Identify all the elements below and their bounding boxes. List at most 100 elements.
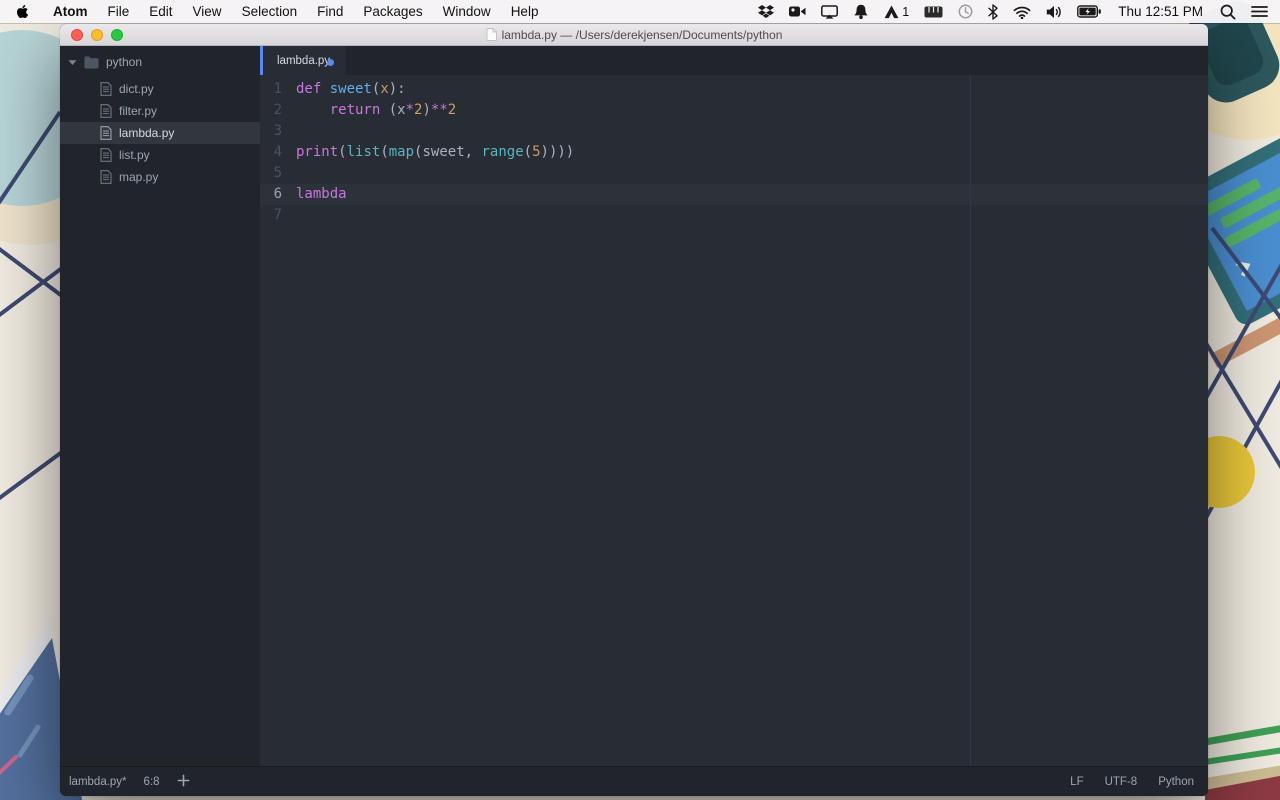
code-token-keyword: def [296, 81, 330, 97]
code-token-param: x [380, 81, 389, 97]
folder-icon [84, 56, 99, 68]
status-line-ending[interactable]: LF [1070, 776, 1083, 788]
line-number[interactable]: 3 [260, 121, 296, 142]
sidebar-folder-python[interactable]: python [60, 51, 260, 73]
sidebar-file-list[interactable]: list.py [60, 144, 260, 166]
code-token-function: sweet [329, 81, 372, 97]
menu-atom[interactable]: Atom [43, 0, 98, 23]
airplay-display-icon[interactable] [821, 4, 839, 19]
menu-help[interactable]: Help [501, 0, 549, 23]
file-icon [100, 170, 112, 184]
traffic-lights [71, 24, 123, 45]
code-token-number: 5 [532, 144, 541, 160]
zoom-button[interactable] [111, 28, 123, 41]
menu-edit[interactable]: Edit [139, 0, 182, 23]
code-line[interactable]: def sweet(x): [296, 79, 1208, 100]
text-editor[interactable]: 1234567 def sweet(x): return (x*2)**2 pri… [260, 75, 1208, 766]
tab-bar: lambda.py [260, 46, 1208, 75]
menu-items: Atom File Edit View Selection Find Packa… [0, 0, 548, 23]
menu-file[interactable]: File [98, 0, 140, 23]
status-language[interactable]: Python [1158, 776, 1194, 788]
code-line[interactable] [296, 121, 1208, 142]
code-token-plain: (x [380, 102, 406, 118]
minimize-button[interactable] [91, 28, 103, 41]
adobe-creative-cloud-icon[interactable]: 1 [884, 5, 909, 19]
line-number[interactable]: 6 [260, 184, 296, 205]
window-title-bar[interactable]: lambda.py — /Users/derekjensen/Documents… [60, 24, 1208, 46]
sidebar-file-dict[interactable]: dict.py [60, 78, 260, 100]
wifi-icon[interactable] [1013, 5, 1031, 19]
close-button[interactable] [71, 28, 83, 41]
file-name: dict.py [119, 82, 154, 96]
tab-lambda-py[interactable]: lambda.py [263, 46, 347, 75]
code-token-plain: )))) [540, 144, 575, 160]
code-token-plain: ( [338, 144, 347, 160]
code-line[interactable]: print(list(map(sweet, range(5)))) [296, 142, 1208, 163]
code-token-keyword: lambda [296, 186, 347, 202]
code-token-builtin: list [346, 144, 381, 160]
editor-pane: lambda.py 1234567 def sweet(x): return (… [260, 46, 1208, 766]
line-number[interactable]: 7 [260, 205, 296, 226]
macos-menu-bar: Atom File Edit View Selection Find Packa… [0, 0, 1280, 23]
menu-packages[interactable]: Packages [353, 0, 432, 23]
wrap-guide-line [970, 75, 971, 766]
chevron-down-icon [68, 59, 77, 65]
file-icon [100, 82, 112, 96]
bluetooth-icon[interactable] [988, 3, 998, 20]
tab-modified-dot [327, 58, 335, 66]
volume-icon[interactable] [1046, 5, 1062, 19]
tree-view-sidebar: python dict.py filter.py lambda.py list.… [60, 46, 260, 766]
code-token-plain: (sweet, [414, 144, 482, 160]
menu-find[interactable]: Find [307, 0, 353, 23]
spotlight-search-icon[interactable] [1220, 4, 1236, 20]
code-token-plain: ) [422, 102, 431, 118]
atom-window: lambda.py — /Users/derekjensen/Documents… [60, 24, 1208, 796]
notification-center-icon[interactable] [1251, 5, 1268, 18]
time-machine-icon[interactable] [958, 4, 973, 19]
line-number[interactable]: 2 [260, 100, 296, 121]
code-token-keyword: return [329, 102, 381, 118]
code-token-builtin: range [481, 144, 524, 160]
video-camera-icon[interactable] [789, 5, 806, 18]
sidebar-file-map[interactable]: map.py [60, 166, 260, 188]
code-lines[interactable]: def sweet(x): return (x*2)**2 print(list(… [296, 79, 1208, 766]
tab-label: lambda.py [277, 54, 331, 67]
battery-charging-icon[interactable] [1077, 5, 1102, 18]
code-token-plain: ( [380, 144, 389, 160]
menu-view[interactable]: View [183, 0, 232, 23]
menu-window[interactable]: Window [433, 0, 501, 23]
line-number[interactable]: 1 [260, 79, 296, 100]
status-encoding[interactable]: UTF-8 [1105, 776, 1138, 788]
apple-menu[interactable] [0, 0, 43, 23]
menu-bar-clock[interactable]: Thu 12:51 PM [1116, 4, 1205, 19]
gutter[interactable]: 1234567 [260, 79, 296, 766]
code-token-keyword: print [296, 144, 339, 160]
adobe-badge-count: 1 [902, 4, 910, 19]
menu-selection[interactable]: Selection [232, 0, 308, 23]
sidebar-file-lambda[interactable]: lambda.py [60, 122, 260, 144]
sidebar-file-filter[interactable]: filter.py [60, 100, 260, 122]
code-token-keyword: ** [430, 102, 448, 118]
status-bar: lambda.py* 6:8 LF UTF-8 Python [60, 766, 1208, 796]
file-name: lambda.py [119, 126, 175, 140]
folder-name: python [106, 55, 143, 69]
add-plus-icon[interactable] [177, 774, 190, 790]
dropbox-icon[interactable] [758, 4, 775, 19]
code-line[interactable] [296, 205, 1208, 226]
status-cursor-position[interactable]: 6:8 [144, 776, 160, 788]
code-token-plain: ( [523, 144, 533, 160]
file-name: map.py [119, 170, 159, 184]
line-number[interactable]: 5 [260, 163, 296, 184]
code-token-keyword: * [405, 102, 415, 118]
status-file-name[interactable]: lambda.py* [69, 776, 127, 788]
file-icon [100, 148, 112, 162]
apple-icon [16, 4, 29, 19]
code-line[interactable]: lambda [296, 184, 1208, 205]
notifications-bell-icon[interactable] [853, 4, 869, 19]
code-token-number: 2 [447, 102, 457, 118]
code-line[interactable]: return (x*2)**2 [296, 100, 1208, 121]
line-number[interactable]: 4 [260, 142, 296, 163]
midi-keyboard-icon[interactable] [924, 6, 943, 18]
document-icon [486, 28, 497, 41]
code-line[interactable] [296, 163, 1208, 184]
